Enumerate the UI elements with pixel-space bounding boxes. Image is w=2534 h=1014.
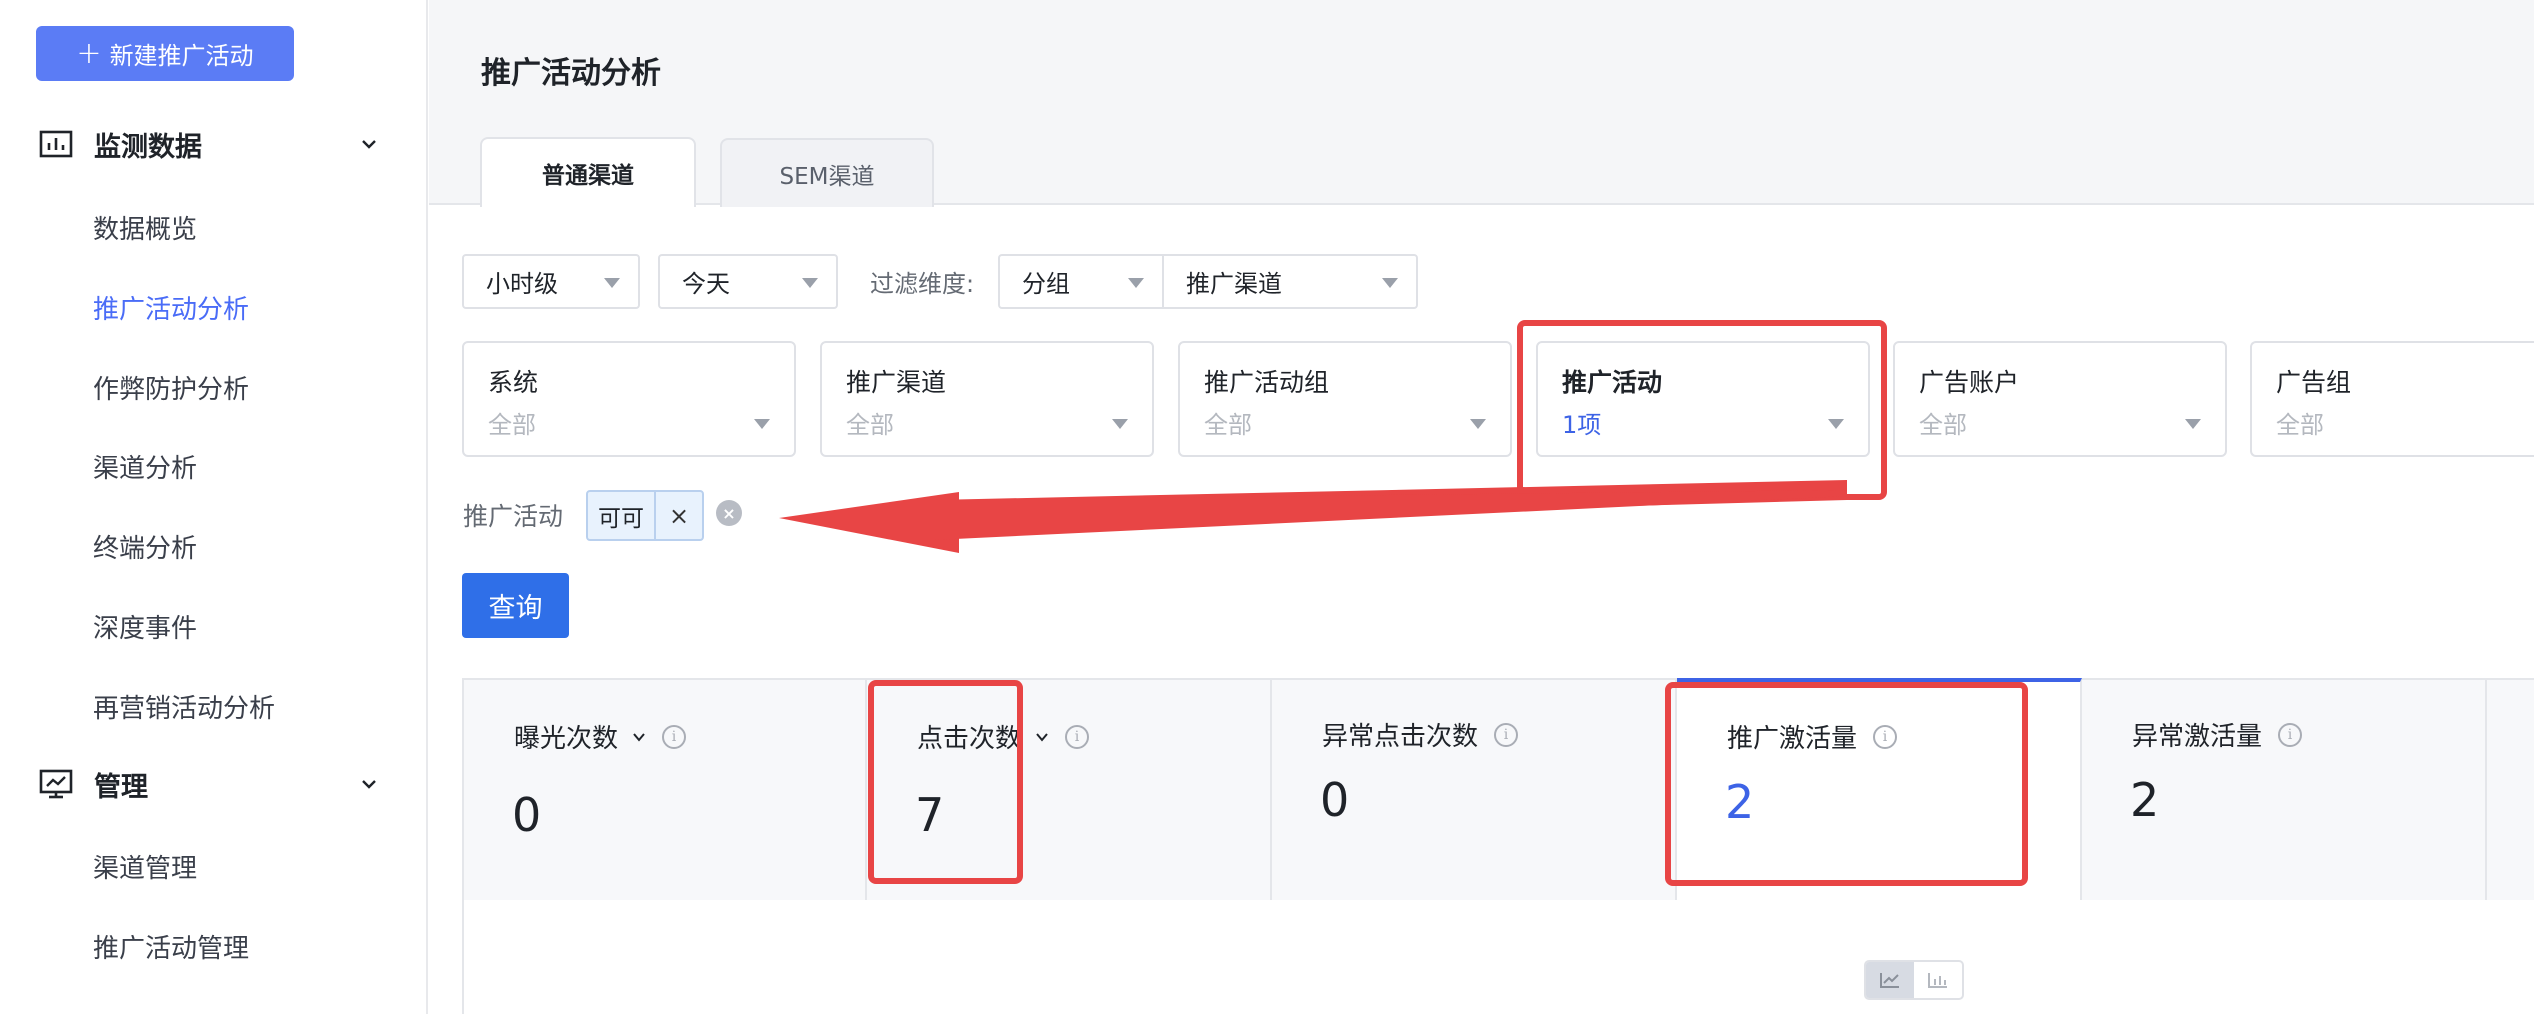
- card-title: 推广渠道: [846, 368, 947, 397]
- tab-normal-channel[interactable]: 普通渠道: [480, 137, 696, 207]
- group-select[interactable]: 分组: [998, 254, 1164, 309]
- sidebar-item-channel-analysis[interactable]: 渠道分析: [93, 448, 197, 485]
- new-campaign-label: 新建推广活动: [109, 42, 254, 70]
- sidebar-item-campaign-analysis[interactable]: 推广活动分析: [93, 289, 249, 326]
- page-header: 推广活动分析 普通渠道 SEM渠道: [429, 0, 2534, 207]
- plus-icon: +: [76, 35, 102, 71]
- highlight-box: [868, 680, 1023, 884]
- metric-value: 0: [512, 788, 542, 842]
- channel-dimension-value: 推广渠道: [1186, 270, 1282, 298]
- page-title: 推广活动分析: [481, 56, 661, 91]
- sidebar-item-overview[interactable]: 数据概览: [93, 209, 197, 246]
- card-value: 全部: [2276, 411, 2324, 439]
- card-value: 全部: [1919, 411, 1967, 439]
- chart-area: [462, 900, 2534, 1014]
- remove-tag-icon[interactable]: ×: [656, 492, 702, 539]
- caret-down-icon: [2185, 419, 2201, 429]
- selected-campaign-label: 推广活动: [463, 502, 564, 531]
- line-chart-toggle[interactable]: [1866, 962, 1914, 998]
- section-label: 管理: [94, 771, 148, 803]
- date-select[interactable]: 今天: [658, 254, 838, 309]
- clear-all-icon[interactable]: ×: [716, 500, 742, 526]
- card-value: 全部: [488, 411, 536, 439]
- caret-down-icon: [1112, 419, 1128, 429]
- bar-chart-icon: [1928, 973, 1947, 988]
- metric-label: 异常点击次数: [1322, 722, 1479, 752]
- info-icon[interactable]: i: [662, 724, 687, 749]
- metric-overflow: [2487, 680, 2534, 900]
- info-icon[interactable]: i: [2278, 722, 2303, 747]
- campaign-tag: 可可 ×: [586, 490, 704, 541]
- metric-abnormal-clicks[interactable]: 异常点击次数 i 0: [1272, 680, 1677, 900]
- section-monitoring[interactable]: 监测数据: [38, 122, 378, 166]
- caret-down-icon: [1128, 278, 1144, 288]
- chevron-down-icon[interactable]: [632, 730, 646, 744]
- metric-value: 0: [1320, 773, 1350, 827]
- sidebar-item-campaign-management[interactable]: 推广活动管理: [93, 928, 249, 965]
- caret-down-icon: [802, 278, 818, 288]
- granularity-value: 小时级: [486, 270, 558, 298]
- filter-dimension-label: 过滤维度:: [870, 270, 975, 298]
- filter-card-ad-account[interactable]: 广告账户 全部: [1893, 341, 2227, 457]
- caret-down-icon: [1382, 278, 1398, 288]
- sidebar: + 新建推广活动 监测数据 数据概览 推广活动分析 作弊防护分析 渠道分析 终端…: [0, 0, 428, 1014]
- annotation-arrow: [779, 480, 1847, 553]
- card-title: 广告组: [2276, 368, 2352, 397]
- card-title: 广告账户: [1919, 368, 2020, 397]
- chevron-down-icon: [362, 140, 376, 149]
- chart-type-toggle: [1864, 960, 1964, 1000]
- query-button[interactable]: 查询: [462, 573, 569, 638]
- bar-chart-icon: [39, 130, 73, 158]
- card-title: 推广活动组: [1204, 368, 1330, 397]
- caret-down-icon: [604, 278, 620, 288]
- section-management[interactable]: 管理: [38, 762, 378, 806]
- filter-card-ad-group[interactable]: 广告组 全部: [2250, 341, 2534, 457]
- highlight-box: [1665, 682, 2028, 886]
- date-value: 今天: [682, 270, 730, 298]
- card-value: 全部: [846, 411, 894, 439]
- info-icon[interactable]: i: [1494, 722, 1519, 747]
- sidebar-item-remarketing[interactable]: 再营销活动分析: [93, 688, 275, 725]
- sidebar-item-channel-management[interactable]: 渠道管理: [93, 848, 197, 885]
- campaign-tag-text: 可可: [588, 492, 656, 539]
- metric-label: 曝光次数: [514, 724, 619, 754]
- caret-down-icon: [1470, 419, 1486, 429]
- bar-chart-toggle[interactable]: [1914, 962, 1962, 998]
- caret-down-icon: [754, 419, 770, 429]
- new-campaign-button[interactable]: + 新建推广活动: [36, 26, 294, 81]
- main-content: 推广活动分析 普通渠道 SEM渠道 小时级 今天 过滤维度: 分组 推广渠道 系…: [429, 0, 2534, 1014]
- card-value: 全部: [1204, 411, 1252, 439]
- chevron-down-icon: [362, 780, 376, 789]
- section-label: 监测数据: [94, 131, 202, 163]
- line-chart-icon: [1880, 973, 1899, 988]
- metric-label: 异常激活量: [2132, 722, 2263, 752]
- metric-abnormal-activations[interactable]: 异常激活量 i 2: [2082, 680, 2487, 900]
- card-title: 系统: [488, 368, 539, 397]
- metrics-row: 曝光次数 i 0 点击次数 i 7 异常点击次数 i 0 推广激活量 i 2 异…: [462, 678, 2534, 900]
- metric-impressions[interactable]: 曝光次数 i 0: [462, 680, 867, 900]
- info-icon[interactable]: i: [1065, 724, 1090, 749]
- granularity-select[interactable]: 小时级: [462, 254, 640, 309]
- sidebar-item-device-analysis[interactable]: 终端分析: [93, 528, 197, 565]
- group-value: 分组: [1022, 270, 1070, 298]
- filter-card-system[interactable]: 系统 全部: [462, 341, 796, 457]
- channel-dimension-select[interactable]: 推广渠道: [1162, 254, 1418, 309]
- metric-value: 2: [2130, 773, 2160, 827]
- sidebar-item-deep-events[interactable]: 深度事件: [93, 608, 197, 645]
- monitor-chart-icon: [39, 769, 73, 799]
- filter-card-channel[interactable]: 推广渠道 全部: [820, 341, 1154, 457]
- sidebar-item-fraud-analysis[interactable]: 作弊防护分析: [93, 369, 249, 406]
- tab-sem-channel[interactable]: SEM渠道: [720, 138, 934, 207]
- filter-card-campaign-group[interactable]: 推广活动组 全部: [1178, 341, 1512, 457]
- chevron-down-icon[interactable]: [1035, 730, 1049, 744]
